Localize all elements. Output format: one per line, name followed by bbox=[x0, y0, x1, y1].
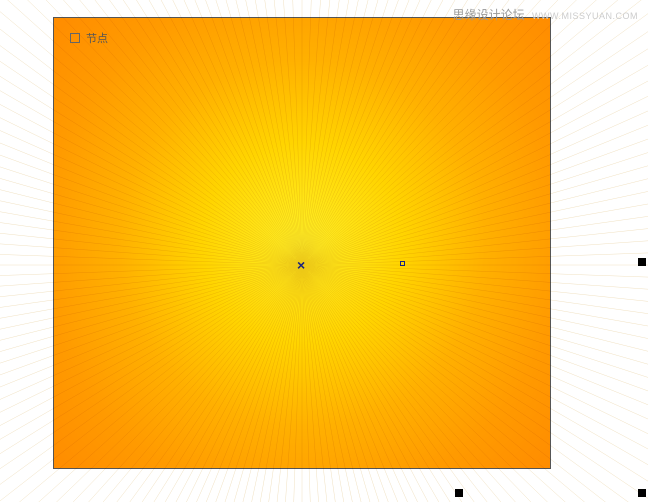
gradient-rectangle-object[interactable] bbox=[53, 17, 551, 469]
canvas-area[interactable]: 节点 × bbox=[0, 0, 648, 502]
layer-indicator: 节点 bbox=[70, 30, 108, 46]
selection-handle-corner[interactable] bbox=[638, 489, 646, 497]
gradient-edge-node[interactable] bbox=[400, 261, 405, 266]
selection-handle-bottom[interactable] bbox=[455, 489, 463, 497]
gradient-center-marker[interactable]: × bbox=[297, 258, 305, 272]
selection-handle-right[interactable] bbox=[638, 258, 646, 266]
watermark-url: WWW.MISSYUAN.COM bbox=[532, 11, 638, 21]
layer-checkbox-icon[interactable] bbox=[70, 33, 80, 43]
watermark-text: 思缘设计论坛 bbox=[453, 8, 525, 22]
watermark: 思缘设计论坛 WWW.MISSYUAN.COM bbox=[453, 6, 638, 23]
layer-label: 节点 bbox=[86, 30, 108, 46]
